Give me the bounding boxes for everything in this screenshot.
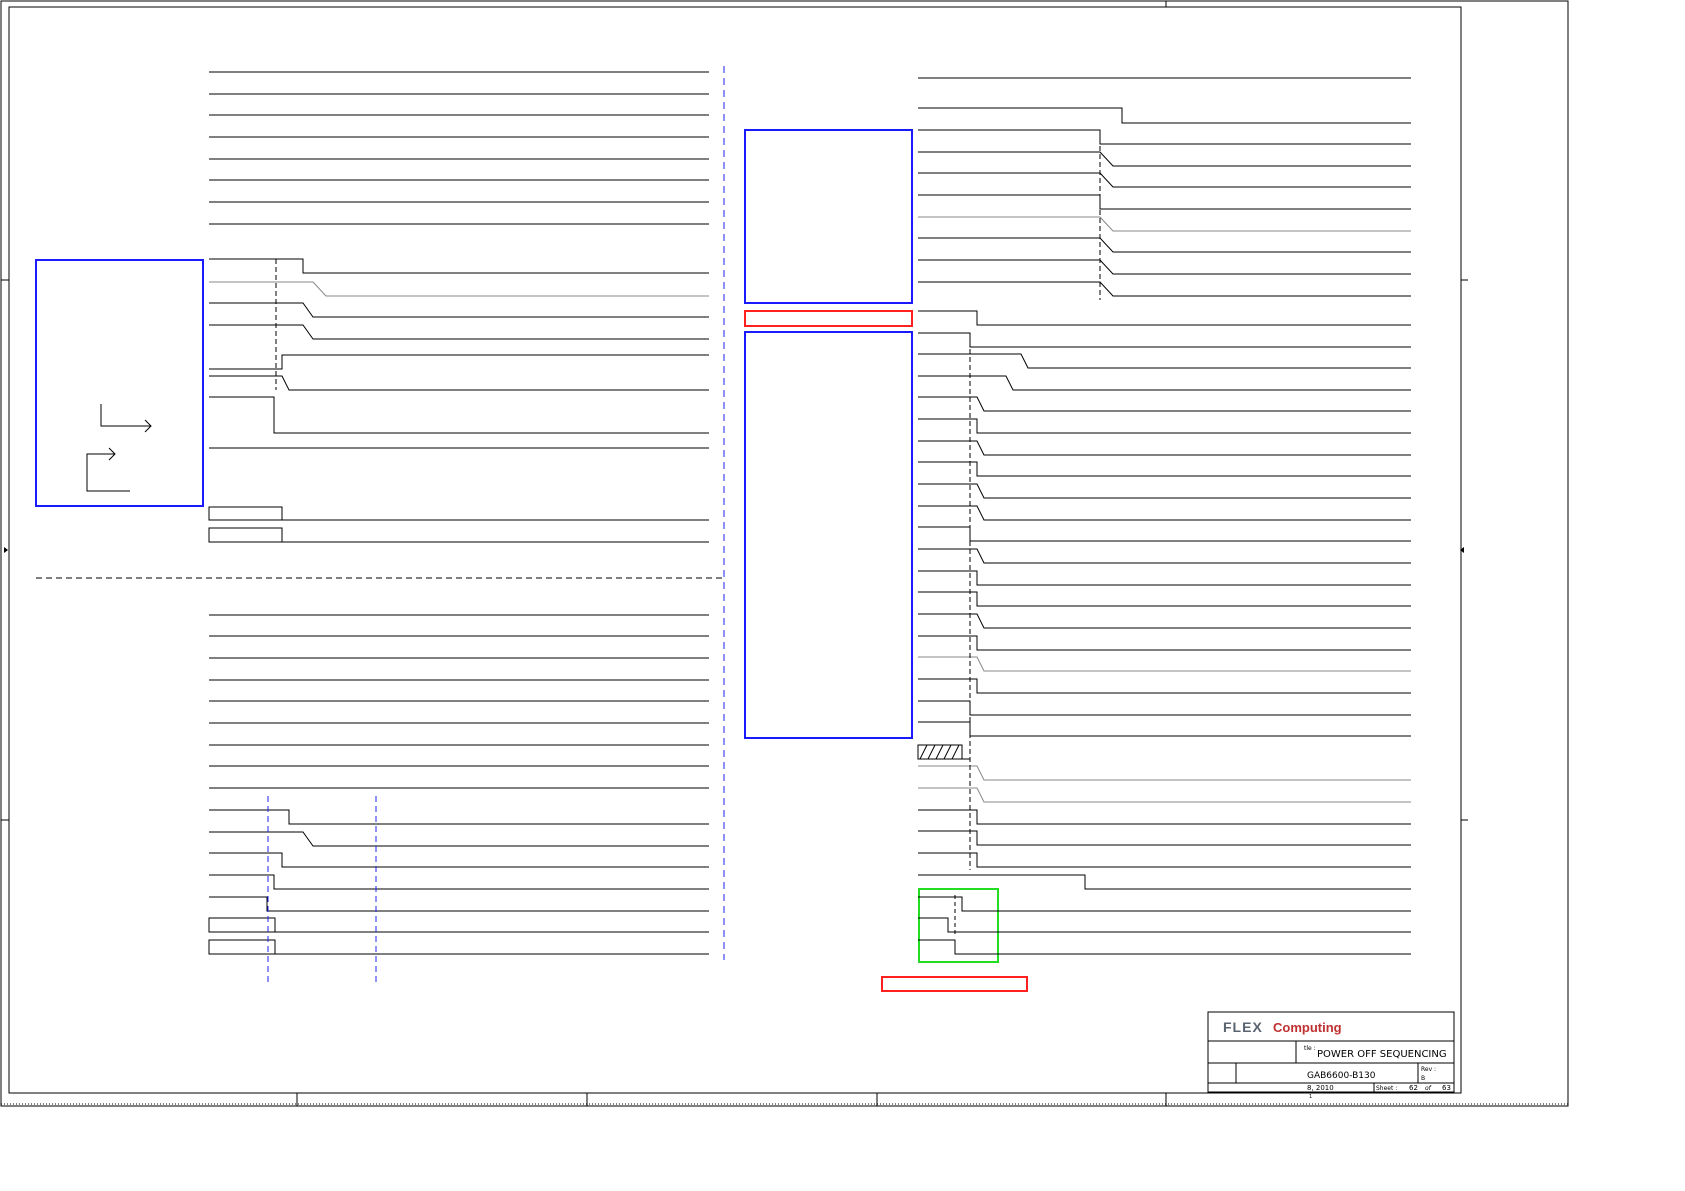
left-top-flat-signals bbox=[209, 71, 709, 225]
right-green-highlight-box bbox=[918, 888, 999, 963]
left-transition-signals bbox=[209, 258, 709, 449]
left-box-arrow-symbols bbox=[86, 404, 152, 492]
left-edge-arrow-marker bbox=[4, 547, 8, 553]
revision-label: Rev : bbox=[1421, 1066, 1436, 1073]
left-bottom-transition-signals bbox=[208, 809, 709, 955]
right-lower-blue-box bbox=[744, 331, 913, 739]
right-upper-blue-box bbox=[744, 129, 913, 304]
right-red-label-box bbox=[744, 310, 913, 327]
hatched-undefined-region bbox=[919, 744, 960, 760]
logo-computing-text: Computing bbox=[1273, 1020, 1342, 1035]
title-field-label: tle : bbox=[1304, 1045, 1316, 1052]
left-bus-signals bbox=[208, 506, 709, 543]
document-number: GAB6600-B130 bbox=[1307, 1071, 1376, 1081]
footer-mark: 1 bbox=[1309, 1094, 1312, 1100]
logo-flex-text: FLEX bbox=[1223, 1019, 1263, 1035]
power-off-sequencing-diagram: FLEX Computing tle : POWER OFF SEQUENCIN… bbox=[0, 0, 1569, 1107]
title-block: FLEX Computing tle : POWER OFF SEQUENCIN… bbox=[1207, 1011, 1455, 1100]
left-blue-box bbox=[35, 259, 204, 507]
left-bottom-flat-signals bbox=[209, 614, 709, 789]
right-lower-signals bbox=[917, 310, 1411, 890]
total-sheets: 63 bbox=[1442, 1084, 1451, 1092]
revision-value: B bbox=[1421, 1075, 1425, 1082]
right-green-box-signals bbox=[918, 895, 1411, 955]
sheet-of-label: of bbox=[1425, 1085, 1432, 1092]
sheet-number: 62 bbox=[1409, 1084, 1418, 1092]
right-upper-signals bbox=[918, 77, 1411, 300]
date-text: 8, 2010 bbox=[1307, 1084, 1334, 1092]
sheet-label: Sheet : bbox=[1376, 1085, 1397, 1092]
sheet-title: POWER OFF SEQUENCING bbox=[1317, 1049, 1447, 1060]
bottom-red-label-box bbox=[881, 976, 1028, 992]
